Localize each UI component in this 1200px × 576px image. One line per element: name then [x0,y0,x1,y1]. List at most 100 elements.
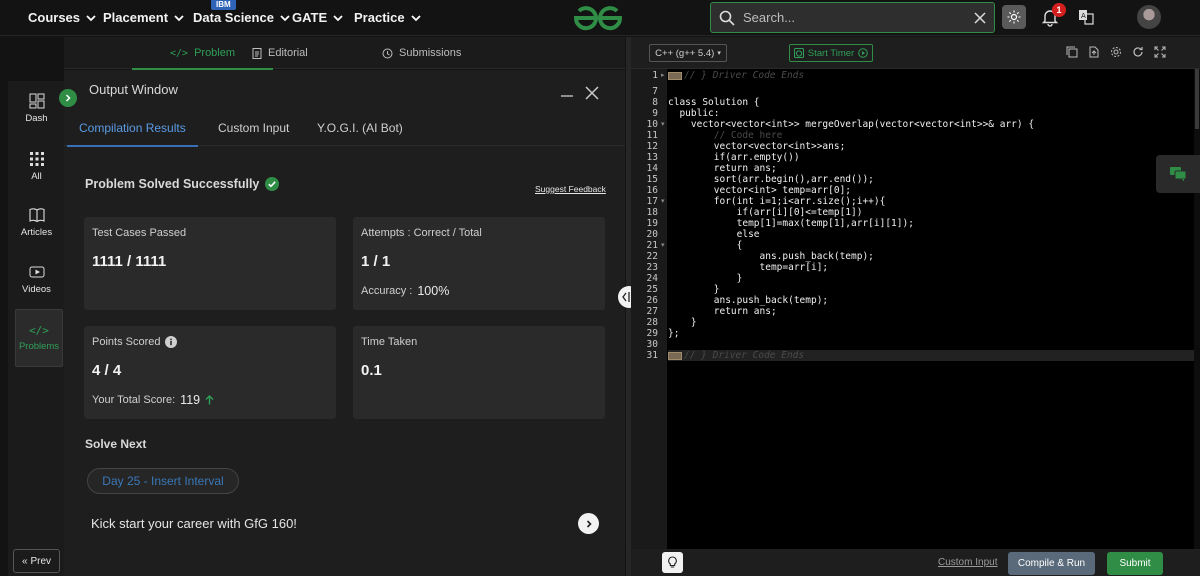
nav-gate[interactable]: GATE [292,10,343,25]
theme-toggle-button[interactable] [1002,5,1026,29]
tab-problem[interactable]: </> Problem [131,37,274,70]
search-input[interactable] [743,10,966,25]
compile-label: Compile & Run [1017,558,1086,569]
editor-footer: Custom Input Compile & Run Submit [631,549,1200,576]
line-number: 11 [646,130,658,141]
code-line: if(arr[i][0]<=temp[1]) [668,207,863,218]
line-number: 16 [646,185,658,196]
fold-toggle-icon[interactable]: ▸ [661,70,667,81]
line-number: 19 [646,218,658,229]
output-tabs: Compilation Results Custom Input Y.O.G.I… [64,110,625,147]
sidebar-item-all[interactable]: All [8,139,65,193]
line-number: 20 [646,229,658,240]
editor-scroll-thumb[interactable] [1195,69,1199,129]
check-circle-icon [265,177,280,191]
editor-scrollbar[interactable] [1194,69,1200,549]
card-label: Time Taken [361,336,418,348]
search-bar[interactable] [710,2,995,33]
solve-next-heading: Solve Next [85,437,147,451]
tab-editorial-label: Editorial [268,47,308,59]
collapsed-region-marker[interactable] [668,71,682,80]
translate-icon[interactable]: A [1078,9,1094,25]
reset-icon[interactable] [1132,46,1144,58]
suggest-feedback-link[interactable]: Suggest Feedback [535,184,606,194]
code-text: ans.push_back(temp); [668,295,829,306]
sidebar-item-videos[interactable]: Videos [8,252,65,306]
tab-compilation-results[interactable]: Compilation Results [67,110,198,147]
nav-gate-label: GATE [292,10,328,25]
clear-search-icon[interactable] [974,11,986,24]
code-editor[interactable]: 1 ▸ 7 8 9 10 ▾ 11 12 13 14 15 16 17 ▾ 18 19 20 21 ▾ 22 23 24 25… [631,69,1200,549]
upload-icon[interactable] [1088,46,1100,58]
code-text: class Solution { [668,97,760,108]
fullscreen-icon[interactable] [1154,46,1166,58]
editor-toolbar: C++ (g++ 5.4) ▾ Start Timer [631,37,1200,69]
line-number: 13 [646,152,658,163]
chat-button[interactable] [1156,155,1200,193]
code-line: vector<int> temp=arr[0]; [668,185,851,196]
code-line: ans.push_back(temp); [668,251,874,262]
attempts-value: 1 / 1 [361,253,391,270]
nav-practice[interactable]: Practice [354,10,421,25]
code-line: else [668,229,760,240]
chat-icon [1170,167,1187,182]
fold-toggle-icon[interactable]: ▾ [661,119,667,130]
gfg-logo[interactable] [572,4,624,32]
code-line: temp[1]=max(temp[1],arr[i][1]); [668,218,914,229]
compile-run-button[interactable]: Compile & Run [1008,552,1095,575]
promo-arrow-button[interactable] [578,513,599,534]
minimize-icon[interactable] [561,85,573,97]
hint-button[interactable] [662,552,683,573]
code-text: sort(arr.begin(),arr.end()); [668,174,874,185]
line-number: 30 [646,339,658,350]
nav-courses[interactable]: Courses [28,10,96,25]
next-problem-chip[interactable]: Day 25 - Insert Interval [87,468,239,494]
fold-toggle-icon[interactable]: ▾ [661,196,667,207]
ibm-badge: IBM [211,0,236,10]
language-select[interactable]: C++ (g++ 5.4) ▾ [649,44,727,62]
code-icon: </> [29,324,49,337]
chevron-right-icon [586,519,592,528]
sidebar-item-articles[interactable]: Articles [8,195,65,249]
tab-submissions[interactable]: Submissions [382,37,461,69]
sidebar-item-label: Problems [18,341,60,352]
info-icon[interactable] [165,336,178,348]
prev-button[interactable]: « Prev [13,549,60,573]
code-text: } [668,317,697,328]
lightbulb-icon [668,556,677,568]
code-line: { [668,240,743,251]
code-text: if(arr.empty()) [668,152,800,163]
sidebar-item-dash[interactable]: Dash [8,81,65,135]
custom-input-link[interactable]: Custom Input [938,557,997,568]
start-timer-button[interactable]: Start Timer [789,44,873,62]
close-icon[interactable] [585,86,599,100]
code-text: return ans; [668,306,777,317]
code-line: return ans; [668,163,777,174]
code-line: }; [668,328,679,339]
tab-custom-input[interactable]: Custom Input [218,110,289,146]
points-label-row: Points Scored [92,336,178,348]
fold-toggle-icon[interactable]: ▾ [661,240,667,251]
sidebar-item-problems[interactable]: </> Problems [15,309,63,367]
avatar[interactable] [1137,5,1161,29]
chevron-down-icon [86,14,96,21]
line-number: 9 [652,108,658,119]
code-line: } [668,317,697,328]
line-number: 21 [646,240,658,251]
chevron-down-icon [280,14,290,21]
nav-data-science[interactable]: Data Science [193,10,290,25]
submit-button[interactable]: Submit [1107,552,1163,575]
code-text: temp=arr[i]; [668,262,829,273]
gear-icon[interactable] [1110,46,1122,58]
collapsed-region-marker[interactable] [668,351,682,360]
line-number: 17 [646,196,658,207]
expand-sidebar-button[interactable] [59,89,77,107]
nav-placement[interactable]: Placement [103,10,184,25]
tab-yogi-bot[interactable]: Y.O.G.I. (AI Bot) [317,110,403,146]
code-text: if(arr[i][0]<=temp[1]) [668,207,863,218]
code-area[interactable]: // } Driver Code Ends class Solution { pu… [668,69,1194,549]
code-text: else [668,229,760,240]
copy-icon[interactable] [1066,46,1078,58]
tab-editorial[interactable]: Editorial [252,37,308,69]
sidebar-item-label: Videos [22,283,51,295]
